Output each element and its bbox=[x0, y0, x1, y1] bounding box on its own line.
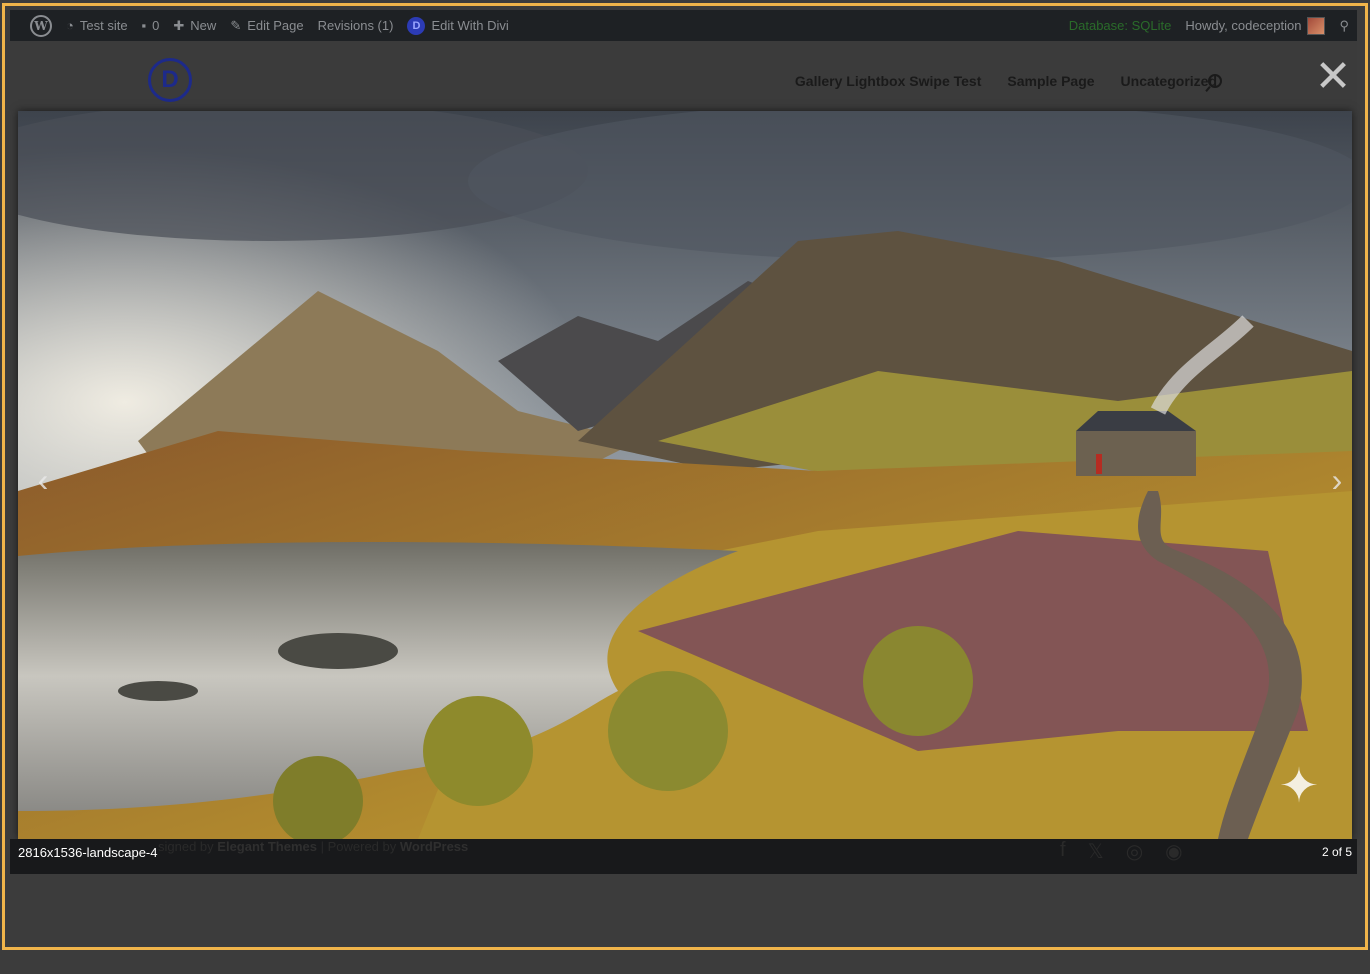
pencil-icon: ✎ bbox=[230, 17, 242, 33]
credit-brand-link[interactable]: Elegant Themes bbox=[217, 839, 317, 854]
rss-icon[interactable]: ◉ bbox=[1165, 839, 1182, 864]
lightbox-image bbox=[18, 111, 1352, 839]
database-indicator: Database: SQLite bbox=[1068, 18, 1172, 33]
search-icon[interactable] bbox=[1208, 74, 1222, 88]
image-counter: 2 of 5 bbox=[1321, 845, 1352, 859]
credit-prefix: signed by bbox=[158, 839, 214, 854]
landscape-image bbox=[18, 111, 1352, 839]
lightbox-caption-bar: signed by Elegant Themes | Powered by Wo… bbox=[10, 839, 1357, 874]
comments-count: 0 bbox=[152, 18, 160, 33]
howdy-label: Howdy, codeception bbox=[1185, 18, 1302, 33]
new-label: New bbox=[190, 18, 217, 33]
edit-with-divi-link[interactable]: D Edit With Divi bbox=[407, 10, 509, 41]
plus-icon: ✚ bbox=[173, 17, 185, 33]
instagram-icon[interactable]: ◎ bbox=[1126, 839, 1143, 864]
site-name-menu[interactable]: ◔ Test site bbox=[66, 10, 128, 41]
comments-menu[interactable]: ▪ 0 bbox=[142, 10, 160, 41]
footer-credit: signed by Elegant Themes | Powered by Wo… bbox=[158, 839, 468, 854]
dashboard-icon: ◔ bbox=[66, 18, 74, 33]
nav-item-uncategorized[interactable]: Uncategorized bbox=[1121, 73, 1217, 89]
social-links: f 𝕏 ◎ ◉ bbox=[1060, 839, 1183, 864]
edit-divi-label: Edit With Divi bbox=[431, 18, 509, 33]
x-icon[interactable]: 𝕏 bbox=[1088, 839, 1104, 864]
credit-mid: | Powered by bbox=[320, 839, 397, 854]
image-caption: 2816x1536-landscape-4 bbox=[18, 845, 158, 860]
site-header: D Gallery Lightbox Swipe Test Sample Pag… bbox=[10, 41, 1357, 111]
divi-icon: D bbox=[407, 16, 426, 35]
nav-item-gallery[interactable]: Gallery Lightbox Swipe Test bbox=[795, 73, 981, 89]
admin-bar: W ◔ Test site ▪ 0 ✚ New ✎ Edit Page Revi… bbox=[10, 10, 1357, 41]
search-icon[interactable]: ⚲ bbox=[1339, 18, 1349, 34]
nav-item-sample-page[interactable]: Sample Page bbox=[1007, 73, 1094, 89]
main-nav: Gallery Lightbox Swipe Test Sample Page … bbox=[795, 73, 1217, 89]
site-logo[interactable]: D bbox=[148, 58, 192, 102]
wordpress-icon: W bbox=[30, 14, 52, 37]
site-name: Test site bbox=[79, 18, 128, 33]
sparkle-icon: ✦ bbox=[1278, 760, 1320, 813]
wp-logo-menu[interactable]: W bbox=[24, 10, 52, 41]
revisions-label: Revisions (1) bbox=[317, 18, 394, 33]
comment-icon: ▪ bbox=[141, 18, 147, 33]
avatar bbox=[1307, 16, 1326, 35]
facebook-icon[interactable]: f bbox=[1060, 839, 1066, 864]
credit-wp-link[interactable]: WordPress bbox=[400, 839, 468, 854]
chevron-right-icon[interactable]: › bbox=[1322, 460, 1352, 500]
chevron-left-icon[interactable]: ‹ bbox=[28, 460, 58, 500]
revisions-link[interactable]: Revisions (1) bbox=[318, 10, 394, 41]
edit-page-label: Edit Page bbox=[247, 18, 304, 33]
edit-page-link[interactable]: ✎ Edit Page bbox=[230, 10, 303, 41]
close-icon[interactable]: ✕ bbox=[1314, 55, 1352, 99]
new-content-menu[interactable]: ✚ New bbox=[173, 10, 216, 41]
account-menu[interactable]: Howdy, codeception bbox=[1185, 16, 1326, 35]
